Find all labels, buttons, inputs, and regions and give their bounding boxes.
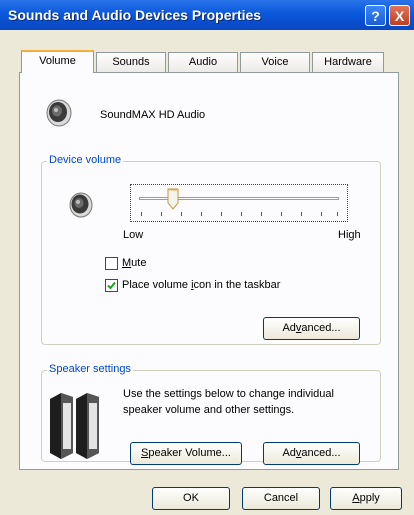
taskbar-icon-label[interactable]: Place volume icon in the taskbar: [122, 279, 280, 291]
slider-tick: [221, 212, 222, 216]
tab-strip: Volume Sounds Audio Voice Hardware: [0, 50, 414, 73]
title-bar[interactable]: Sounds and Audio Devices Properties ? X: [0, 0, 414, 30]
volume-slider[interactable]: [130, 184, 348, 222]
tab-label: Sounds: [112, 56, 150, 68]
speakers-icon: [50, 393, 99, 459]
ok-button[interactable]: OK: [152, 487, 230, 510]
speaker-icon: [46, 99, 72, 127]
slider-thumb[interactable]: [167, 188, 179, 210]
slider-tick: [141, 212, 142, 216]
tab-label: Hardware: [324, 56, 372, 68]
speaker-settings-legend: Speaker settings: [47, 363, 133, 375]
mute-checkbox[interactable]: [105, 257, 118, 270]
tab-hardware[interactable]: Hardware: [312, 52, 384, 72]
slider-high-label: High: [338, 229, 361, 241]
speaker-volume-button[interactable]: Speaker Volume...: [130, 442, 242, 465]
speaker-settings-description: Use the settings below to change individ…: [123, 388, 334, 416]
tab-volume[interactable]: Volume: [21, 50, 94, 73]
slider-tick: [201, 212, 202, 216]
apply-button[interactable]: Apply: [330, 487, 402, 510]
device-name: SoundMAX HD Audio: [100, 109, 206, 121]
close-button[interactable]: X: [389, 5, 410, 26]
cancel-button[interactable]: Cancel: [242, 487, 320, 510]
slider-tick: [261, 212, 262, 216]
properties-window: Sounds and Audio Devices Properties ? X …: [0, 0, 414, 515]
tab-label: Audio: [188, 56, 218, 68]
mute-label[interactable]: Mute: [122, 257, 146, 269]
tab-label: Volume: [39, 55, 76, 67]
volume-speaker-icon: [69, 192, 93, 218]
speaker-advanced-button[interactable]: Advanced...: [263, 442, 360, 465]
help-button[interactable]: ?: [365, 5, 386, 26]
taskbar-icon-checkbox[interactable]: [105, 279, 118, 292]
close-icon: X: [394, 8, 405, 24]
volume-tab-panel: SoundMAX HD Audio Device volume Low High…: [19, 72, 399, 470]
slider-tick: [281, 212, 282, 216]
slider-tick: [181, 212, 182, 216]
slider-tick: [161, 212, 162, 216]
device-advanced-button[interactable]: Advanced...: [263, 317, 360, 340]
slider-tick: [337, 212, 338, 216]
slider-low-label: Low: [123, 229, 144, 241]
tab-sounds[interactable]: Sounds: [96, 52, 166, 72]
checkmark-icon: [107, 281, 116, 290]
device-volume-legend: Device volume: [47, 154, 124, 166]
window-title: Sounds and Audio Devices Properties: [8, 7, 262, 23]
tab-voice[interactable]: Voice: [240, 52, 310, 72]
tab-label: Voice: [261, 56, 289, 68]
tab-audio[interactable]: Audio: [168, 52, 238, 72]
help-icon: ?: [371, 8, 380, 24]
slider-tick: [301, 212, 302, 216]
slider-tick: [241, 212, 242, 216]
slider-tick: [321, 212, 322, 216]
